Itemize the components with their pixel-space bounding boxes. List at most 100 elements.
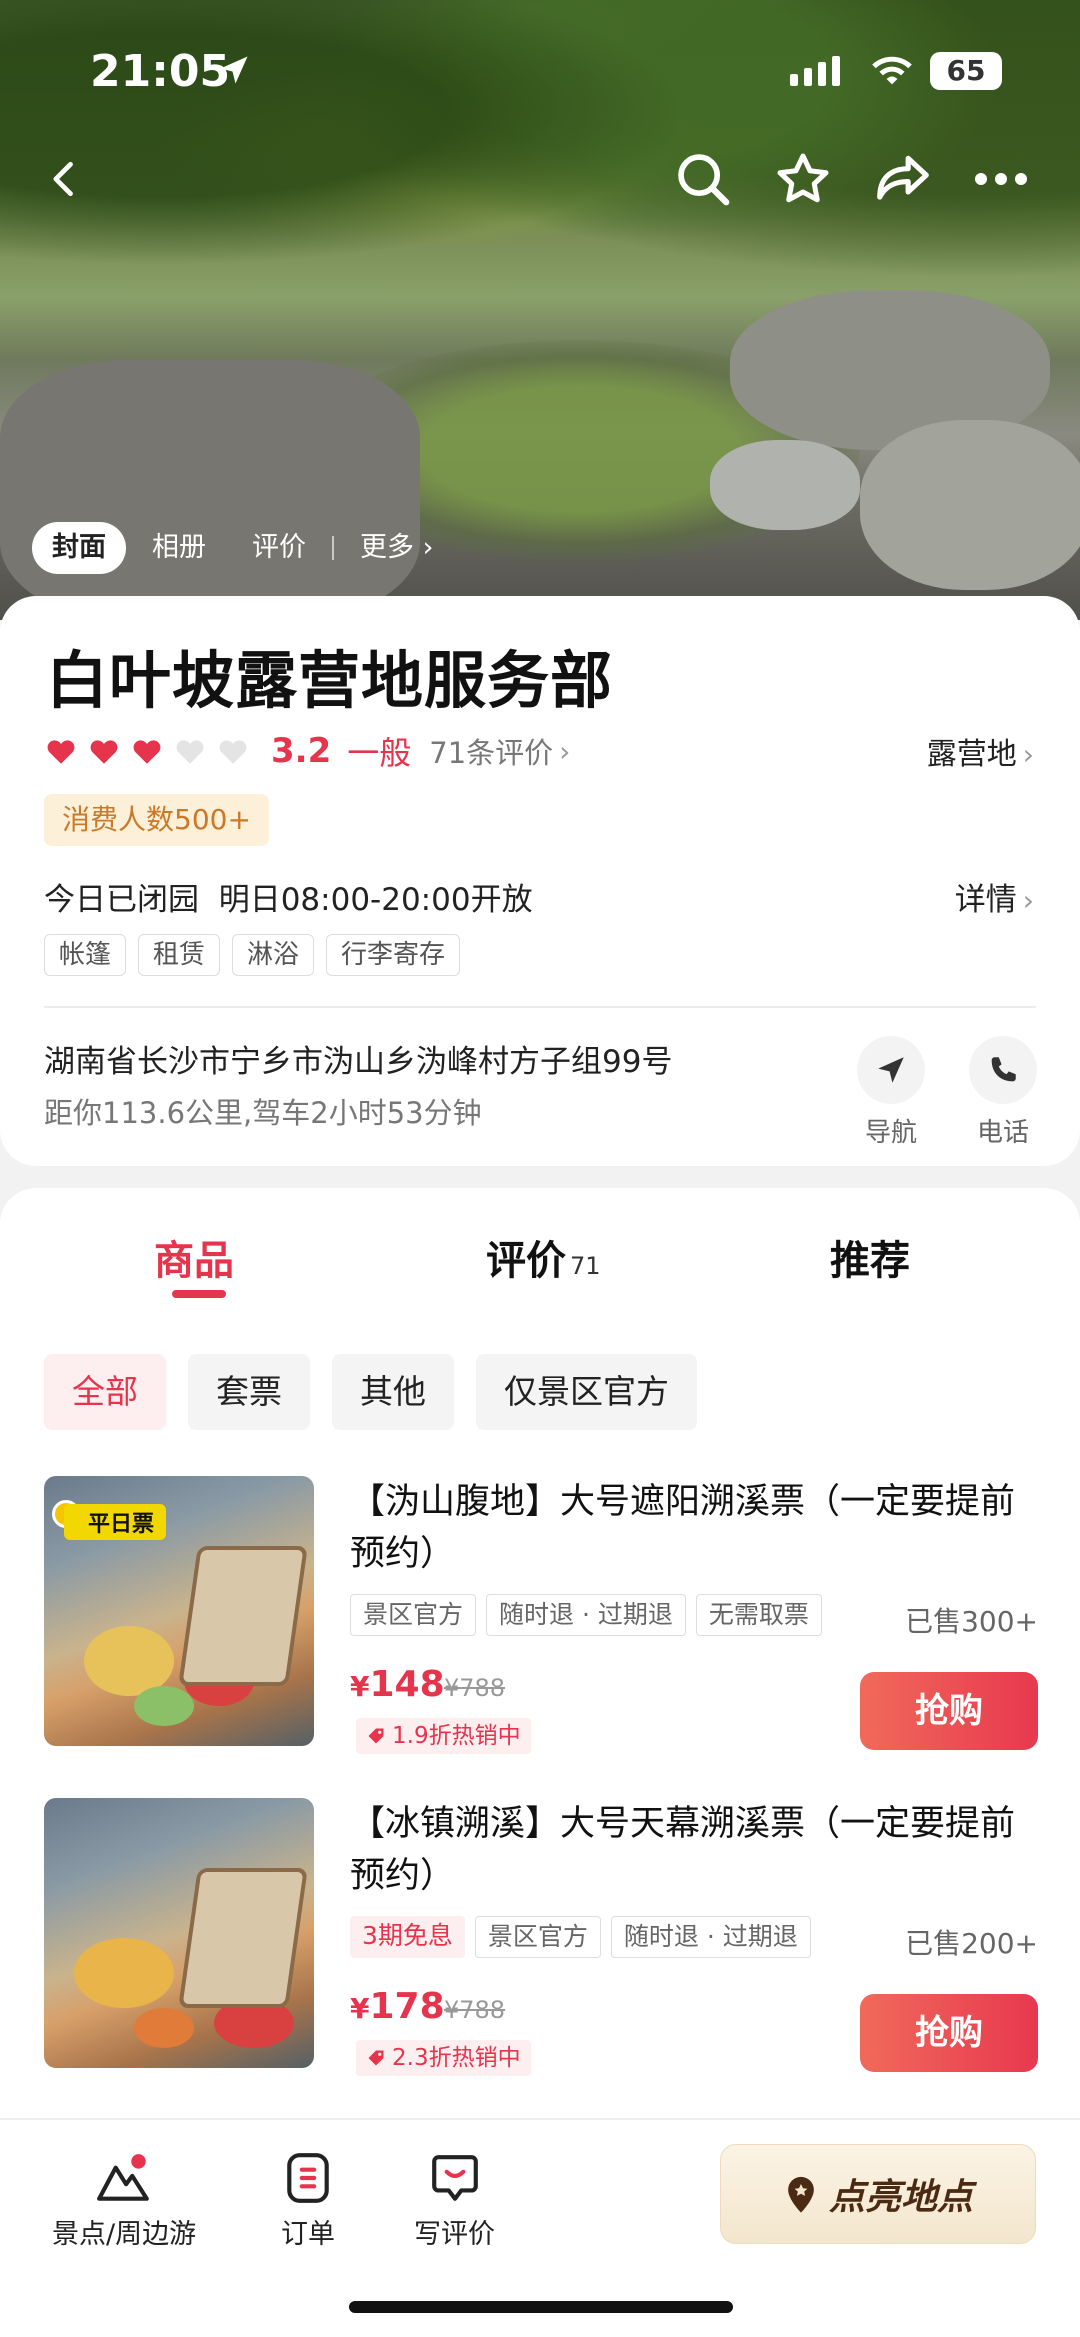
divider: [44, 1006, 1036, 1008]
photo-tab-cover[interactable]: 封面: [32, 522, 126, 574]
facility-tag: 租赁: [138, 934, 221, 976]
discount-label: 2.3折热销中: [392, 2045, 521, 2071]
navigate-button[interactable]: 导航: [846, 1036, 936, 1149]
product-badge: 随时退 · 过期退: [486, 1594, 686, 1636]
photo-tab-album[interactable]: 相册: [132, 522, 226, 574]
product-name: 【沩山腹地】大号遮阳溯溪票（一定要提前预约）: [350, 1482, 1016, 1574]
facility-tag: 行李寄存: [326, 934, 461, 976]
location-arrow-icon: [220, 56, 248, 84]
sold-count: 已售200+: [905, 1927, 1038, 1960]
filter-package[interactable]: 套票: [188, 1354, 310, 1430]
price-value: 148: [369, 1664, 445, 1705]
tab-reviews[interactable]: 评价 71: [486, 1228, 601, 1286]
more-dots-icon: [975, 173, 1027, 185]
hours-detail-link[interactable]: 详情 ›: [955, 874, 1034, 919]
tab-reviews-label: 评价: [486, 1238, 566, 1284]
bottom-nav-orders-label: 订单: [281, 2219, 335, 2250]
back-button[interactable]: [30, 144, 100, 214]
review-count-link[interactable]: 71条评价: [429, 730, 553, 772]
product-badge: 无需取票: [695, 1594, 822, 1636]
phone-icon: [991, 1057, 1016, 1082]
weekday-ticket-badge: 平日票: [64, 1504, 167, 1540]
product-badge: 景区官方: [474, 1916, 601, 1958]
navigation-arrow-icon: [878, 1057, 904, 1083]
search-icon: [678, 154, 730, 206]
heart-filled-icon: [47, 740, 75, 764]
tab-products[interactable]: 商品: [154, 1228, 234, 1286]
product-name: 【冰镇溯溪】大号天幕溯溪票（一定要提前预约）: [350, 1804, 1016, 1896]
visitors-badge: 消费人数500+: [44, 794, 269, 846]
tab-recommend[interactable]: 推荐: [830, 1228, 910, 1286]
product-badges: 景区官方 随时退 · 过期退 无需取票: [350, 1594, 822, 1636]
call-button[interactable]: 电话: [958, 1036, 1048, 1149]
products-section: 商品 评价 71 推荐 全部 套票 其他 仅景区官方 平日票 【沩山腹地】大号遮阳…: [0, 1188, 1080, 2118]
product-price: ¥178: [350, 1986, 445, 2027]
divider: [332, 536, 334, 560]
rating-row[interactable]: 3.2 一般 71条评价 › 露营地 ›: [44, 726, 1034, 776]
navigate-label: 导航: [864, 1118, 917, 1148]
distance-info: 距你113.6公里,驾车2小时53分钟: [44, 1096, 482, 1130]
product-item[interactable]: 平日票 【沩山腹地】大号遮阳溯溪票（一定要提前预约） 景区官方 随时退 · 过期…: [44, 1476, 1038, 1756]
photo-tab-more[interactable]: 更多 ›: [340, 522, 453, 574]
share-button[interactable]: [868, 144, 938, 214]
product-price: ¥148: [350, 1664, 445, 1705]
heart-filled-icon: [133, 740, 161, 764]
home-indicator[interactable]: [349, 2301, 733, 2313]
write-review-icon: [431, 2155, 478, 2201]
product-badge: 随时退 · 过期退: [610, 1916, 811, 1958]
product-thumbnail: 平日票: [44, 1476, 314, 1746]
product-thumbnail: [44, 1798, 314, 2068]
bottom-nav-orders[interactable]: 订单: [278, 2150, 338, 2251]
favorite-button[interactable]: [768, 144, 838, 214]
product-item[interactable]: 【冰镇溯溪】大号天幕溯溪票（一定要提前预约） 3期免息 景区官方 随时退 · 过…: [44, 1798, 1038, 2078]
tag-icon: [368, 2050, 384, 2066]
status-time: 21:05: [90, 46, 231, 97]
status-bar: 21:05 65: [0, 40, 1080, 110]
discount-badge: 2.3折热销中: [356, 2040, 531, 2076]
original-price: ¥788: [444, 1674, 506, 1702]
discount-badge: 1.9折热销中: [356, 1718, 531, 1754]
bottom-nav-write-review[interactable]: 写评价: [414, 2150, 495, 2251]
bottom-nav-write-review-label: 写评价: [414, 2219, 495, 2250]
more-button[interactable]: [966, 144, 1036, 214]
price-value: 178: [369, 1986, 445, 2027]
filter-other[interactable]: 其他: [332, 1354, 454, 1430]
chevron-right-icon: ›: [414, 532, 434, 563]
cover-photo[interactable]: 21:05 65 封面 相册 评价 更多 ›: [0, 0, 1080, 620]
facility-tag: 淋浴: [232, 934, 315, 976]
search-button[interactable]: [668, 144, 738, 214]
active-tab-indicator: [172, 1290, 226, 1298]
opening-hours: 今日已闭园 明日08:00-20:00开放: [44, 882, 533, 918]
heart-empty-icon: [219, 740, 247, 764]
filter-all[interactable]: 全部: [44, 1354, 166, 1430]
photo-tab-reviews[interactable]: 评价: [232, 522, 326, 574]
buy-button[interactable]: 抢购: [860, 1994, 1038, 2072]
category-link[interactable]: 露营地 ›: [927, 729, 1034, 773]
discount-label: 1.9折热销中: [392, 1723, 521, 1749]
category-label: 露营地: [926, 737, 1017, 772]
chevron-right-icon: ›: [1022, 738, 1034, 771]
call-label: 电话: [976, 1118, 1029, 1148]
page-title: 白叶坡露营地服务部: [46, 644, 614, 717]
bottom-nav-nearby[interactable]: 景点/周边游: [52, 2150, 196, 2251]
rating-score: 3.2: [271, 731, 332, 771]
facility-tag: 帐篷: [44, 934, 127, 976]
product-badges: 3期免息 景区官方 随时退 · 过期退: [350, 1916, 811, 1958]
sold-count: 已售300+: [905, 1605, 1038, 1638]
chevron-right-icon: ›: [1022, 884, 1034, 917]
content-tabs: 商品 评价 71 推荐: [0, 1228, 1080, 1298]
bottom-nav-nearby-label: 景点/周边游: [52, 2219, 197, 2250]
chevron-right-icon: ›: [559, 734, 571, 768]
wifi-icon: [872, 56, 912, 85]
mountain-icon: [97, 2154, 149, 2201]
filter-official[interactable]: 仅景区官方: [476, 1354, 697, 1430]
light-up-place-button[interactable]: 点亮地点: [720, 2144, 1036, 2244]
original-price: ¥788: [444, 1996, 506, 2024]
map-pin-icon: [788, 2176, 814, 2213]
installment-badge: 3期免息: [350, 1916, 465, 1958]
opening-hours-row[interactable]: 今日已闭园 明日08:00-20:00开放 详情 ›: [44, 874, 1034, 919]
product-badge: 景区官方: [350, 1594, 477, 1636]
buy-button[interactable]: 抢购: [860, 1672, 1038, 1750]
address[interactable]: 湖南省长沙市宁乡市沩山乡沩峰村方子组99号: [44, 1036, 672, 1081]
order-icon: [287, 2153, 329, 2203]
